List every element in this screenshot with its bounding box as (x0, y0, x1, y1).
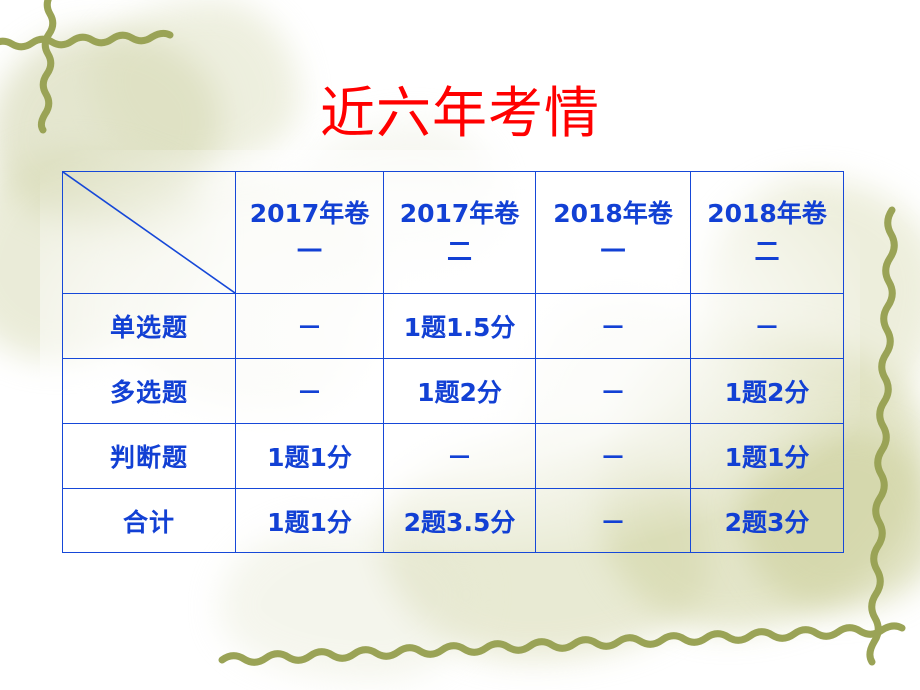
cell-multi-choice-2018-2: 1题2分 (690, 358, 844, 424)
slide-canvas: 近六年考情 2017年卷 一 2017年卷 二 2018年卷 一 2018年卷 … (0, 0, 920, 690)
column-header-line2: 一 (600, 236, 626, 266)
column-header-line1: 2017年卷 (399, 198, 520, 228)
column-header-line1: 2018年卷 (553, 198, 673, 228)
row-header-true-false: 判断题 (62, 423, 236, 489)
cell-single-choice-2017-1: － (235, 293, 384, 359)
column-header-2017-paper-1: 2017年卷 一 (235, 171, 384, 294)
exam-statistics-table: 2017年卷 一 2017年卷 二 2018年卷 一 2018年卷 二 单选题 … (62, 171, 844, 553)
table-row: 合计 1题1分 2题3.5分 － 2题3分 (62, 488, 844, 553)
cell-single-choice-2018-1: － (535, 293, 691, 359)
vine-horizontal-bottom (218, 622, 906, 666)
column-header-line2: 一 (296, 236, 322, 266)
cell-multi-choice-2017-2: 1题2分 (383, 358, 536, 424)
cell-total-2017-2: 2题3.5分 (383, 488, 536, 553)
cell-true-false-2018-2: 1题1分 (690, 423, 844, 489)
row-header-multi-choice: 多选题 (62, 358, 236, 424)
cell-single-choice-2018-2: － (690, 293, 844, 359)
column-header-2017-paper-2: 2017年卷 二 (383, 171, 536, 294)
cell-total-2018-1: － (535, 488, 691, 553)
cell-true-false-2017-2: － (383, 423, 536, 489)
cell-true-false-2018-1: － (535, 423, 691, 489)
table-row: 多选题 － 1题2分 － 1题2分 (62, 358, 844, 424)
column-header-2018-paper-1: 2018年卷 一 (535, 171, 691, 294)
table-grid: 2017年卷 一 2017年卷 二 2018年卷 一 2018年卷 二 单选题 … (62, 171, 844, 553)
table-header-row: 2017年卷 一 2017年卷 二 2018年卷 一 2018年卷 二 (62, 171, 844, 294)
vine-vertical-right (866, 206, 898, 666)
cell-multi-choice-2018-1: － (535, 358, 691, 424)
column-header-line2: 二 (446, 236, 472, 266)
cell-total-2018-2: 2题3分 (690, 488, 844, 553)
slide-title: 近六年考情 (319, 81, 600, 145)
row-header-single-choice: 单选题 (62, 293, 236, 359)
diagonal-divider-icon (63, 172, 235, 293)
cell-total-2017-1: 1题1分 (235, 488, 384, 553)
row-header-total: 合计 (62, 488, 236, 553)
column-header-line1: 2017年卷 (249, 198, 370, 228)
table-row: 单选题 － 1题1.5分 － － (62, 293, 844, 359)
column-header-2018-paper-2: 2018年卷 二 (690, 171, 844, 294)
cell-single-choice-2017-2: 1题1.5分 (383, 293, 536, 359)
cell-true-false-2017-1: 1题1分 (235, 423, 384, 489)
table-row: 判断题 1题1分 － － 1题1分 (62, 423, 844, 489)
cell-multi-choice-2017-1: － (235, 358, 384, 424)
table-corner-cell (62, 171, 236, 294)
column-header-line2: 二 (754, 236, 780, 266)
vine-horizontal-top (0, 29, 174, 51)
column-header-line1: 2018年卷 (707, 198, 827, 228)
